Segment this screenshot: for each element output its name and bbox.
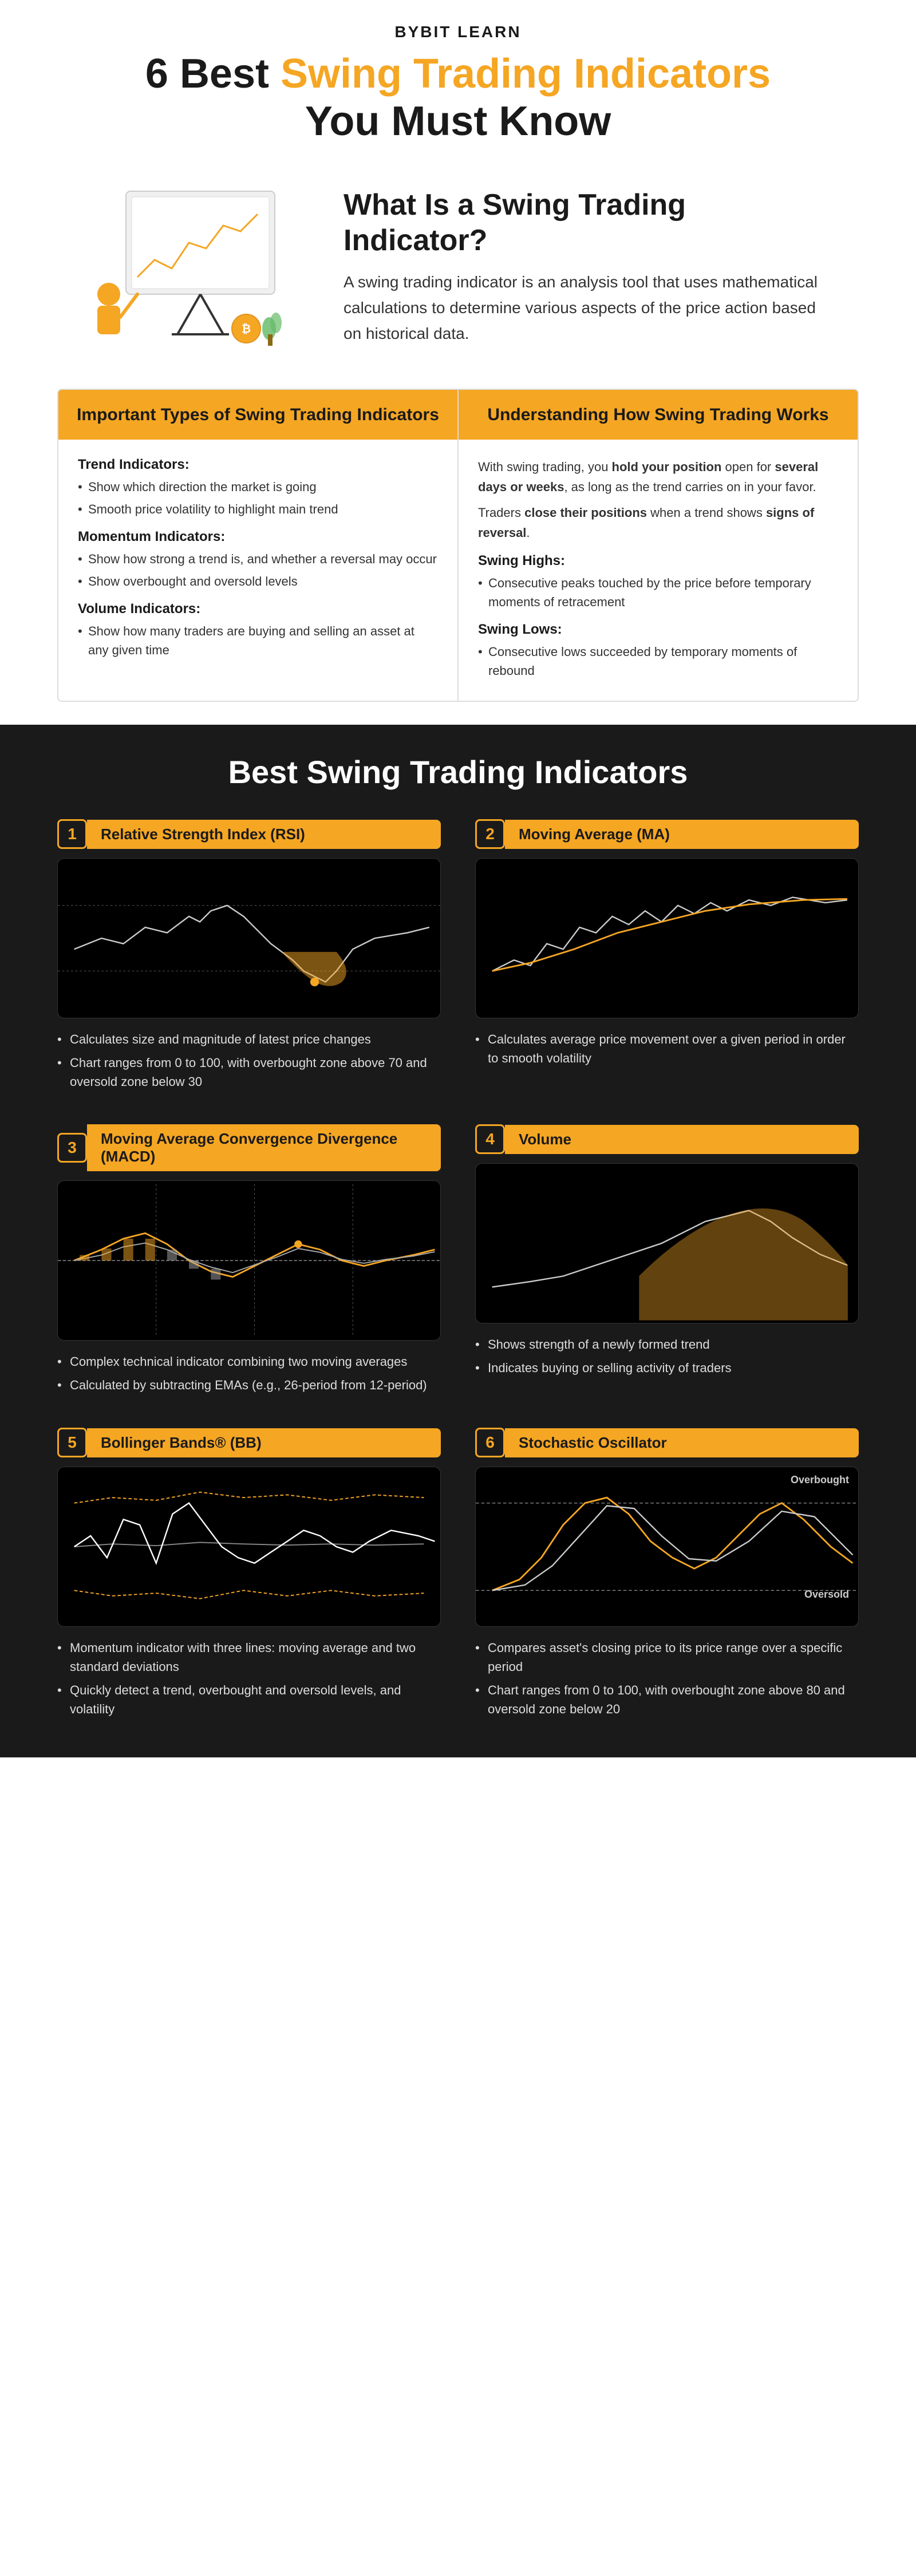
indicator-label-rsi: Relative Strength Index (RSI) (87, 820, 441, 849)
indicator-label-bb: Bollinger Bands® (BB) (87, 1428, 441, 1457)
indicator-header-volume: 4 Volume (475, 1124, 859, 1154)
title-orange: Swing Trading Indicators (281, 51, 771, 97)
svg-text:₿: ₿ (242, 323, 251, 335)
trend-list: Show which direction the market is going… (78, 477, 438, 519)
indicator-number-2: 2 (475, 819, 505, 849)
indicator-card-macd: 3 Moving Average Convergence Divergence … (57, 1124, 441, 1399)
indicator-header-macd: 3 Moving Average Convergence Divergence … (57, 1124, 441, 1171)
swing-para2: Traders close their positions when a tre… (478, 503, 838, 543)
list-item: Calculates size and magnitude of latest … (57, 1030, 441, 1049)
indicator-bullets-ma: Calculates average price movement over a… (475, 1030, 859, 1068)
indicator-number-1: 1 (57, 819, 87, 849)
indicators-section-title: Best Swing Trading Indicators (57, 753, 859, 791)
indicator-number-4: 4 (475, 1124, 505, 1154)
list-item: Chart ranges from 0 to 100, with overbou… (475, 1681, 859, 1718)
swing-lows-list: Consecutive lows succeeded by temporary … (478, 642, 838, 680)
intro-section: ₿ What Is a Swing Trading Indicator? A s… (0, 157, 916, 377)
page-wrapper: BYBIT LEARN 6 Best Swing Trading Indicat… (0, 0, 916, 1757)
list-item: Smooth price volatility to highlight mai… (78, 500, 438, 519)
intro-illustration: ₿ (92, 180, 309, 354)
list-item: Consecutive peaks touched by the price b… (478, 574, 838, 611)
list-item: Calculates average price movement over a… (475, 1030, 859, 1068)
list-item: Momentum indicator with three lines: mov… (57, 1638, 441, 1676)
indicator-header-bb: 5 Bollinger Bands® (BB) (57, 1428, 441, 1457)
indicator-bullets-rsi: Calculates size and magnitude of latest … (57, 1030, 441, 1091)
info-col-left-header: Important Types of Swing Trading Indicat… (58, 390, 457, 440)
info-section: Important Types of Swing Trading Indicat… (57, 389, 859, 702)
list-item: Consecutive lows succeeded by temporary … (478, 642, 838, 680)
list-item: Show which direction the market is going (78, 477, 438, 496)
indicator-chart-bb (57, 1467, 441, 1627)
list-item: Calculated by subtracting EMAs (e.g., 26… (57, 1376, 441, 1394)
info-col-left: Important Types of Swing Trading Indicat… (58, 390, 459, 701)
indicator-label-macd: Moving Average Convergence Divergence (M… (87, 1124, 441, 1171)
list-item: Show overbought and oversold levels (78, 572, 438, 591)
intro-body: A swing trading indicator is an analysis… (344, 270, 824, 346)
volume-list: Show how many traders are buying and sel… (78, 622, 438, 659)
overbought-label: Overbought (791, 1474, 849, 1486)
main-title: 6 Best Swing Trading Indicators You Must… (114, 50, 802, 145)
swing-highs-list: Consecutive peaks touched by the price b… (478, 574, 838, 611)
list-item: Shows strength of a newly formed trend (475, 1335, 859, 1354)
title-part1: 6 Best (145, 51, 281, 97)
indicator-bullets-macd: Complex technical indicator combining tw… (57, 1352, 441, 1394)
indicator-label-volume: Volume (505, 1125, 859, 1154)
list-item: Chart ranges from 0 to 100, with overbou… (57, 1053, 441, 1091)
info-col-left-body: Trend Indicators: Show which direction t… (58, 440, 457, 680)
indicator-chart-volume (475, 1163, 859, 1323)
indicator-number-5: 5 (57, 1428, 87, 1457)
indicator-chart-macd (57, 1180, 441, 1341)
indicators-section: Best Swing Trading Indicators 1 Relative… (0, 725, 916, 1757)
indicator-header-ma: 2 Moving Average (MA) (475, 819, 859, 849)
intro-heading: What Is a Swing Trading Indicator? (344, 187, 824, 259)
momentum-list: Show how strong a trend is, and whether … (78, 550, 438, 591)
header-section: BYBIT LEARN 6 Best Swing Trading Indicat… (0, 0, 916, 157)
indicator-card-ma: 2 Moving Average (MA) Calculates average… (475, 819, 859, 1096)
indicator-bullets-bb: Momentum indicator with three lines: mov… (57, 1638, 441, 1718)
indicator-header-rsi: 1 Relative Strength Index (RSI) (57, 819, 441, 849)
list-item: Complex technical indicator combining tw… (57, 1352, 441, 1371)
indicator-chart-stoch: Overbought Oversold (475, 1467, 859, 1627)
indicator-card-stoch: 6 Stochastic Oscillator Overbought Overs… (475, 1428, 859, 1723)
indicators-grid: 1 Relative Strength Index (RSI) (57, 819, 859, 1723)
swing-highs-title: Swing Highs: (478, 553, 838, 569)
list-item: Compares asset's closing price to its pr… (475, 1638, 859, 1676)
indicator-card-volume: 4 Volume Shows strength of a newly forme… (475, 1124, 859, 1399)
brand-logo: BYBIT LEARN (114, 23, 802, 41)
indicator-card-bb: 5 Bollinger Bands® (BB) (57, 1428, 441, 1723)
indicator-chart-ma (475, 858, 859, 1018)
indicator-bullets-volume: Shows strength of a newly formed trend I… (475, 1335, 859, 1377)
momentum-title: Momentum Indicators: (78, 529, 438, 545)
info-col-left-title: Important Types of Swing Trading Indicat… (76, 404, 440, 426)
indicator-card-rsi: 1 Relative Strength Index (RSI) (57, 819, 441, 1096)
volume-title: Volume Indicators: (78, 601, 438, 617)
indicator-number-6: 6 (475, 1428, 505, 1457)
indicator-chart-rsi (57, 858, 441, 1018)
indicator-label-stoch: Stochastic Oscillator (505, 1428, 859, 1457)
info-col-right: Understanding How Swing Trading Works Wi… (459, 390, 858, 701)
swing-lows-title: Swing Lows: (478, 622, 838, 638)
indicator-bullets-stoch: Compares asset's closing price to its pr… (475, 1638, 859, 1718)
indicator-label-ma: Moving Average (MA) (505, 820, 859, 849)
indicator-number-3: 3 (57, 1133, 87, 1163)
illustration-svg: ₿ (92, 180, 309, 351)
oversold-label: Oversold (804, 1589, 849, 1601)
title-part2: You Must Know (305, 98, 611, 144)
list-item: Show how strong a trend is, and whether … (78, 550, 438, 568)
info-col-right-header: Understanding How Swing Trading Works (459, 390, 858, 440)
trend-title: Trend Indicators: (78, 457, 438, 473)
brand-text: BYBIT LEARN (394, 23, 521, 41)
list-item: Show how many traders are buying and sel… (78, 622, 438, 659)
info-col-right-title: Understanding How Swing Trading Works (476, 404, 840, 426)
swing-para1: With swing trading, you hold your positi… (478, 457, 838, 497)
indicator-header-stoch: 6 Stochastic Oscillator (475, 1428, 859, 1457)
list-item: Quickly detect a trend, overbought and o… (57, 1681, 441, 1718)
intro-text: What Is a Swing Trading Indicator? A swi… (344, 187, 824, 347)
list-item: Indicates buying or selling activity of … (475, 1358, 859, 1377)
info-col-right-body: With swing trading, you hold your positi… (459, 440, 858, 701)
